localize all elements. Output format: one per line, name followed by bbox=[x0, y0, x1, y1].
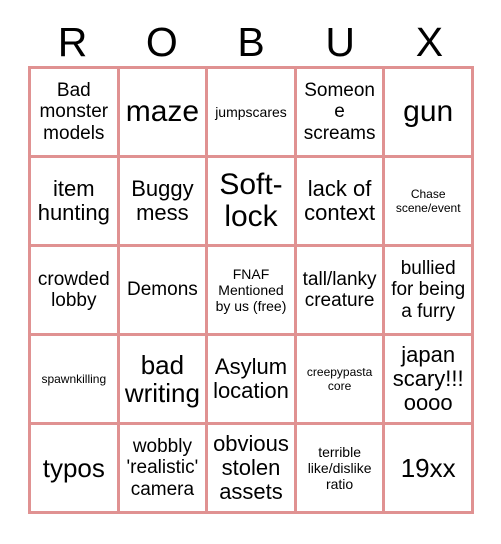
bingo-cell-label: item hunting bbox=[37, 175, 110, 225]
bingo-cell-label: FNAF Mentioned by us (free) bbox=[215, 265, 287, 315]
header-letter-5: X bbox=[415, 18, 444, 65]
bingo-cell-label: bullied for being a furry bbox=[391, 258, 466, 322]
bingo-cell[interactable]: tall/lanky creature bbox=[296, 247, 386, 336]
bingo-cell[interactable]: creepypasta core bbox=[296, 336, 386, 425]
bingo-cell[interactable]: Demons bbox=[119, 247, 209, 336]
bingo-cell-label: wobbly 'realistic' camera bbox=[126, 436, 199, 500]
bingo-header-letters: R O B U X bbox=[28, 18, 474, 66]
bingo-cell[interactable]: crowded lobby bbox=[31, 247, 120, 336]
bingo-cell[interactable]: Soft-lock bbox=[208, 158, 297, 247]
bingo-cell-label: typos bbox=[42, 452, 105, 483]
bingo-cell[interactable]: wobbly 'realistic' camera bbox=[119, 425, 209, 514]
bingo-cell-label: gun bbox=[403, 95, 454, 129]
bingo-cell[interactable]: obvious stolen assets bbox=[208, 425, 297, 514]
bingo-cell-label: jumpscares bbox=[215, 103, 287, 120]
bingo-cell[interactable]: bullied for being a furry bbox=[385, 247, 474, 336]
bingo-cell[interactable]: terrible like/dislike ratio bbox=[296, 425, 386, 514]
bingo-cell-label: bad writing bbox=[124, 349, 200, 408]
bingo-cell-label: obvious stolen assets bbox=[213, 430, 289, 505]
bingo-cell[interactable]: FNAF Mentioned by us (free) bbox=[208, 247, 297, 336]
bingo-cell-label: japan scary!!! oooo bbox=[392, 341, 464, 416]
header-letter-2: O bbox=[145, 18, 178, 65]
bingo-cell[interactable]: Asylum location bbox=[208, 336, 297, 425]
bingo-cell-label: tall/lanky creature bbox=[302, 268, 377, 311]
bingo-cell[interactable]: bad writing bbox=[119, 336, 209, 425]
bingo-cell[interactable]: spawnkilling bbox=[31, 336, 120, 425]
bingo-cell[interactable]: gun bbox=[385, 69, 474, 158]
bingo-cell-label: terrible like/dislike ratio bbox=[307, 443, 372, 493]
bingo-cell-label: lack of context bbox=[304, 175, 376, 225]
bingo-cell[interactable]: Chase scene/event bbox=[385, 158, 474, 247]
bingo-cell-label: Bad monster models bbox=[39, 80, 109, 144]
bingo-card: R O B U X Bad monster models maze jumpsc… bbox=[0, 0, 501, 544]
bingo-cell[interactable]: typos bbox=[31, 425, 120, 514]
bingo-cell-label: Someone screams bbox=[303, 80, 376, 144]
bingo-grid: Bad monster models maze jumpscares Someo… bbox=[28, 66, 474, 514]
bingo-cell[interactable]: maze bbox=[119, 69, 209, 158]
bingo-cell-label: Buggy mess bbox=[131, 175, 194, 225]
bingo-cell-label: Asylum location bbox=[213, 353, 289, 403]
bingo-cell-label: 19xx bbox=[400, 452, 456, 483]
bingo-cell-label: Chase scene/event bbox=[395, 186, 461, 215]
bingo-cell-label: crowded lobby bbox=[37, 268, 110, 311]
bingo-cell[interactable]: Someone screams bbox=[296, 69, 386, 158]
header-letter-4: U bbox=[325, 18, 355, 65]
header-letter-1: R bbox=[57, 18, 88, 65]
bingo-cell[interactable]: Bad monster models bbox=[31, 69, 120, 158]
bingo-cell-label: Demons bbox=[127, 279, 198, 301]
bingo-cell-label: Soft-lock bbox=[219, 168, 283, 233]
header-letter-3: B bbox=[237, 18, 265, 65]
bingo-cell[interactable]: lack of context bbox=[296, 158, 386, 247]
bingo-cell[interactable]: Buggy mess bbox=[119, 158, 209, 247]
bingo-cell[interactable]: item hunting bbox=[31, 158, 120, 247]
bingo-cell[interactable]: jumpscares bbox=[208, 69, 297, 158]
bingo-cell[interactable]: japan scary!!! oooo bbox=[385, 336, 474, 425]
bingo-cell-label: maze bbox=[125, 95, 200, 129]
bingo-cell[interactable]: 19xx bbox=[385, 425, 474, 514]
bingo-cell-label: spawnkilling bbox=[41, 371, 107, 386]
bingo-cell-label: creepypasta core bbox=[306, 364, 373, 393]
